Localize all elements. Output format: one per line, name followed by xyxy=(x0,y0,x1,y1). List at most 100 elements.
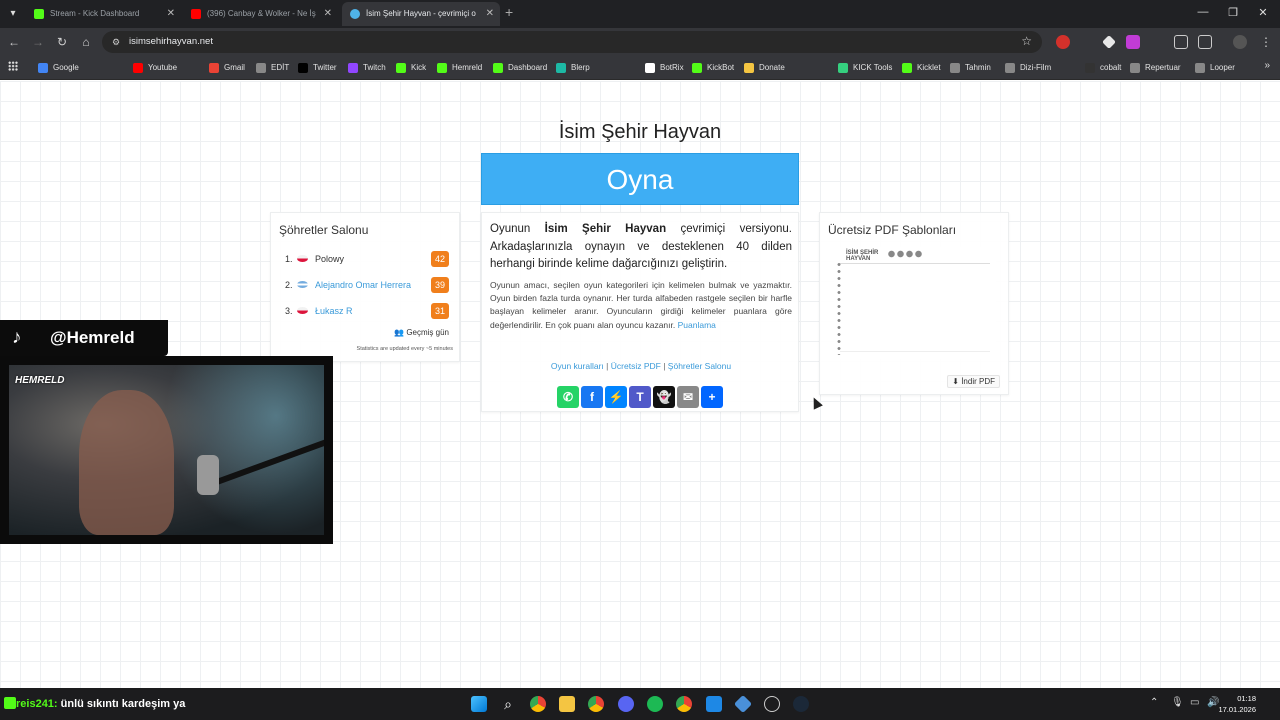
teams-share-button[interactable]: T xyxy=(629,386,651,408)
system-clock[interactable]: 01:18 17.01.2026 xyxy=(1218,693,1256,715)
search-icon[interactable]: ⌕ xyxy=(500,696,516,712)
bookmark-twitter[interactable]: Twitter xyxy=(298,61,337,75)
bookmark-repertuar[interactable]: Repertuar xyxy=(1130,61,1181,75)
bookmark-kicklet[interactable]: Kicklet xyxy=(902,61,941,75)
bookmark-star-icon[interactable]: ☆ xyxy=(1021,34,1032,48)
site-info-icon[interactable]: ⚙ xyxy=(110,36,122,48)
bookmark-label: BotRix xyxy=(660,63,684,72)
pdf-thumbnail[interactable]: İSİM ŞEHİR HAYVAN xyxy=(834,247,996,359)
bookmark-twitch[interactable]: Twitch xyxy=(348,61,386,75)
bookmark-looper[interactable]: Looper xyxy=(1195,61,1235,75)
bookmark-cobalt[interactable]: cobalt xyxy=(1085,61,1121,75)
stats-note: Statistics are updated every ~5 minutes xyxy=(356,346,453,352)
scoring-link[interactable]: Puanlama xyxy=(678,320,716,330)
extension-icon[interactable] xyxy=(1126,35,1140,49)
chat-overlay: reis241: ünlü sıkıntı kardeşim ya xyxy=(4,696,185,712)
obs-icon[interactable] xyxy=(764,696,780,712)
free-pdf-link[interactable]: Ücretsiz PDF xyxy=(611,361,661,371)
bookmark-dizi-film[interactable]: Dizi-Film xyxy=(1005,61,1051,75)
home-button[interactable]: ⌂ xyxy=(78,34,94,50)
play-button[interactable]: Oyna xyxy=(481,153,799,205)
apps-grid-icon[interactable] xyxy=(8,61,18,71)
close-tab-icon[interactable]: ✕ xyxy=(324,2,332,26)
pdf-templates-panel: Ücretsiz PDF Şablonları İSİM ŞEHİR HAYVA… xyxy=(819,212,1009,395)
bookmark-dashboard[interactable]: Dashboard xyxy=(493,61,547,75)
bookmark-kickbot[interactable]: KickBot xyxy=(692,61,734,75)
start-button-icon[interactable] xyxy=(471,696,487,712)
bookmarks-overflow-icon[interactable]: » xyxy=(1264,60,1270,71)
bookmark-label: cobalt xyxy=(1100,63,1122,72)
facebook-share-button[interactable]: f xyxy=(581,386,603,408)
bookmark-gmail[interactable]: Gmail xyxy=(209,61,245,75)
bookmark-kick[interactable]: Kick xyxy=(396,61,426,75)
browser-toolbar: ← → ↻ ⌂ ⚙ isimsehirhayvan.net ☆ ⋮ xyxy=(0,28,1280,56)
close-tab-icon[interactable]: ✕ xyxy=(167,2,175,26)
extension-icon[interactable] xyxy=(1056,35,1070,49)
app-icon[interactable] xyxy=(706,696,722,712)
chrome-icon[interactable] xyxy=(676,696,692,712)
bookmark-label: Tahmin xyxy=(965,63,991,72)
tab-kick-dashboard[interactable]: Stream - Kick Dashboard ✕ xyxy=(26,2,181,26)
bookmark-blerp[interactable]: Blerp xyxy=(556,61,590,75)
bookmark-donate[interactable]: Donate xyxy=(744,61,785,75)
bookmark-botrix[interactable]: BotRix xyxy=(645,61,684,75)
whatsapp-share-button[interactable]: ✆ xyxy=(557,386,579,408)
extensions-menu-icon[interactable] xyxy=(1174,35,1188,49)
more-share-button[interactable]: + xyxy=(701,386,723,408)
back-button[interactable]: ← xyxy=(6,34,22,50)
bookmark-favicon-icon xyxy=(209,63,219,73)
reload-button[interactable]: ↻ xyxy=(54,34,70,50)
new-tab-button[interactable]: + xyxy=(505,4,513,20)
minimize-button[interactable]: — xyxy=(1196,6,1210,18)
hall-of-fame-link[interactable]: Şöhretler Salonu xyxy=(668,361,731,371)
past-days-button[interactable]: 👥 Geçmiş gün xyxy=(394,328,449,337)
close-window-button[interactable]: ✕ xyxy=(1256,6,1270,19)
tab-isim-sehir-hayvan[interactable]: İsim Şehir Hayvan - çevrimiçi o ✕ xyxy=(342,2,500,26)
bookmark-hemreld[interactable]: Hemreld xyxy=(437,61,482,75)
messenger-share-button[interactable]: ⚡ xyxy=(605,386,627,408)
profile-avatar[interactable] xyxy=(1233,35,1247,49)
tab-title: (396) Canbay & Wolker - Ne İş xyxy=(207,9,316,18)
chat-username: reis241: xyxy=(16,698,58,710)
bookmark-label: Dashboard xyxy=(508,63,548,72)
bookmark-tahmin[interactable]: Tahmin xyxy=(950,61,991,75)
player-link[interactable]: Łukasz R xyxy=(315,302,353,320)
score-badge: 31 xyxy=(431,303,449,319)
discord-icon[interactable] xyxy=(618,696,634,712)
tab-search-menu[interactable]: ▾ xyxy=(4,6,22,22)
chrome-icon[interactable] xyxy=(588,696,604,712)
player-name: Polowy xyxy=(315,254,345,264)
bookmark-edi-t[interactable]: EDİT xyxy=(256,61,289,75)
spotify-icon[interactable] xyxy=(647,696,663,712)
rules-link[interactable]: Oyun kuralları xyxy=(551,361,604,371)
separator: | xyxy=(663,361,666,371)
download-pdf-button[interactable]: ⬇ İndir PDF xyxy=(947,375,1000,388)
extension-icon[interactable] xyxy=(1102,35,1116,49)
tab-youtube[interactable]: (396) Canbay & Wolker - Ne İş ✕ xyxy=(183,2,338,26)
maximize-button[interactable]: ❐ xyxy=(1226,6,1240,19)
email-icon: ✉ xyxy=(682,390,694,404)
browser-menu-icon[interactable]: ⋮ xyxy=(1258,34,1274,50)
snapchat-share-button[interactable]: 👻 xyxy=(653,386,675,408)
app-icon[interactable] xyxy=(733,694,753,714)
steam-icon[interactable] xyxy=(793,696,809,712)
pdf-thumb-title: İSİM ŞEHİR HAYVAN xyxy=(846,250,879,262)
forward-button[interactable]: → xyxy=(30,34,46,50)
network-icon[interactable]: ▭ xyxy=(1190,697,1199,708)
tray-chevron-icon[interactable]: ⌃ xyxy=(1150,697,1158,708)
bookmark-google[interactable]: Google xyxy=(38,61,79,75)
bookmark-kick-tools[interactable]: KICK Tools xyxy=(838,61,892,75)
facebook-icon: f xyxy=(590,390,594,404)
chrome-icon[interactable] xyxy=(530,696,546,712)
address-bar[interactable]: ⚙ isimsehirhayvan.net ☆ xyxy=(102,31,1042,53)
bookmark-favicon-icon xyxy=(838,63,848,73)
microphone-icon[interactable]: 🎙 xyxy=(1171,697,1184,708)
player-link[interactable]: Alejandro Omar Herrera xyxy=(315,276,411,294)
close-tab-icon[interactable]: ✕ xyxy=(486,2,494,26)
bookmark-youtube[interactable]: Youtube xyxy=(133,61,177,75)
email-share-button[interactable]: ✉ xyxy=(677,386,699,408)
separator: | xyxy=(606,361,609,371)
extension-icon[interactable] xyxy=(1078,35,1092,49)
file-explorer-icon[interactable] xyxy=(559,696,575,712)
side-panel-icon[interactable] xyxy=(1198,35,1212,49)
